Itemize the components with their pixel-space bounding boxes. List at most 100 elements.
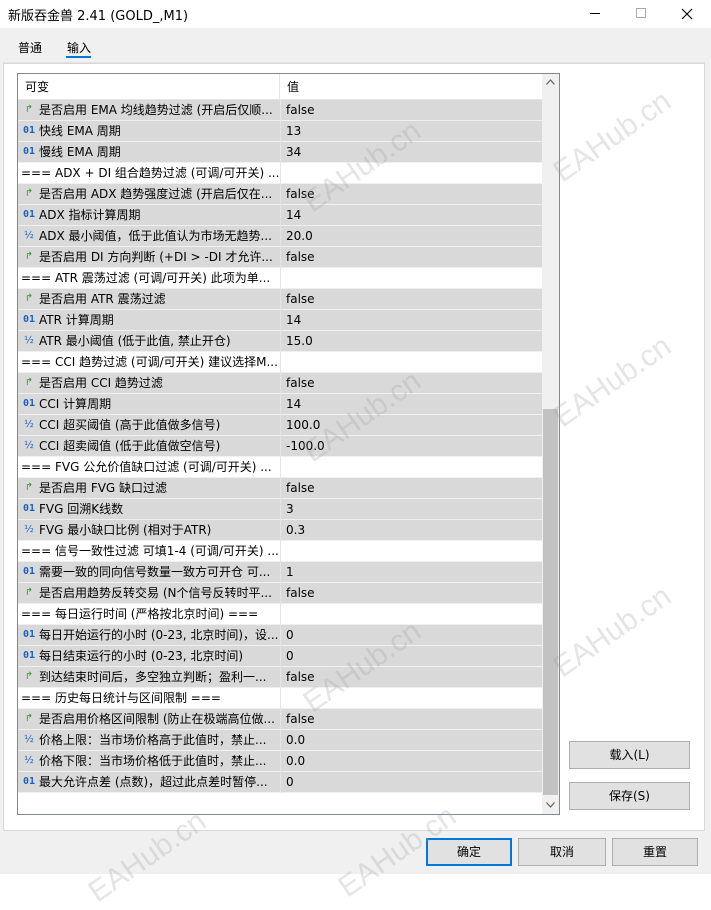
parameter-value[interactable]: false (286, 667, 536, 687)
save-button[interactable]: 保存(S) (569, 782, 690, 810)
parameter-name: 到达结束时间后，多空独立判断；盈利一... (39, 670, 267, 684)
window-title: 新版吞金兽 2.41 (GOLD_,M1) (8, 9, 189, 24)
parameter-row[interactable]: 01 CCI 计算周期 14 (18, 394, 542, 415)
parameter-row[interactable]: ↱ 是否启用 CCI 趋势过滤 false (18, 373, 542, 394)
scroll-down-button[interactable] (542, 797, 559, 814)
parameter-value[interactable]: false (286, 100, 536, 120)
parameter-value[interactable]: 34 (286, 142, 536, 162)
parameter-value[interactable]: false (286, 709, 536, 729)
parameter-value[interactable]: false (286, 289, 536, 309)
close-button[interactable] (664, 0, 710, 28)
parameter-value[interactable]: 13 (286, 121, 536, 141)
parameter-row[interactable]: 01 最大允许点差 (点数)，超过此点差时暂停... 0 (18, 772, 542, 793)
parameter-value[interactable]: 3 (286, 499, 536, 519)
parameter-row[interactable]: ↱ 是否启用 ADX 趋势强度过滤 (开启后仅在... false (18, 184, 542, 205)
vertical-scrollbar[interactable] (542, 74, 559, 814)
group-header-row[interactable]: === ATR 震荡过滤 (可调/可开关) 此项为单... (18, 268, 542, 289)
parameter-value[interactable]: false (286, 583, 536, 603)
reset-button[interactable]: 重置 (612, 838, 698, 866)
grid-header: 可变 值 (18, 74, 542, 100)
parameter-value[interactable]: false (286, 184, 536, 204)
parameter-name: 是否启用 EMA 均线趋势过滤 (开启后仅顺... (39, 103, 273, 117)
parameter-value[interactable]: -100.0 (286, 436, 536, 456)
parameter-value[interactable]: false (286, 373, 536, 393)
column-header-variable[interactable]: 可变 (18, 74, 280, 100)
scrollbar-thumb[interactable] (543, 409, 558, 795)
column-divider (280, 751, 281, 772)
scroll-up-button[interactable] (542, 74, 559, 91)
parameter-value (286, 352, 536, 372)
int-icon: 01 (22, 146, 36, 157)
group-header-row[interactable]: === FVG 公允价值缺口过滤 (可调/可开关) ... (18, 457, 542, 478)
parameter-row[interactable]: 01 慢线 EMA 周期 34 (18, 142, 542, 163)
parameter-row[interactable]: ↱ 到达结束时间后，多空独立判断；盈利一... false (18, 667, 542, 688)
int-icon: 01 (22, 776, 36, 787)
group-header-row[interactable]: === 信号一致性过滤 可填1-4 (可调/可开关) ... (18, 541, 542, 562)
parameter-name: === CCI 趋势过滤 (可调/可开关) 建议选择M... (21, 355, 278, 369)
parameter-value[interactable]: false (286, 247, 536, 267)
parameter-value[interactable]: 100.0 (286, 415, 536, 435)
chevron-up-icon (546, 79, 555, 85)
column-divider (280, 100, 281, 121)
parameter-value[interactable]: false (286, 478, 536, 498)
parameter-row[interactable]: ½ 价格上限：当市场价格高于此值时，禁止... 0.0 (18, 730, 542, 751)
parameter-row[interactable]: 01 FVG 回溯K线数 3 (18, 499, 542, 520)
bool-arrow-icon: ↱ (24, 671, 34, 682)
parameter-value[interactable]: 14 (286, 310, 536, 330)
group-header-row[interactable]: === 历史每日统计与区间限制 === (18, 688, 542, 709)
column-divider (280, 562, 281, 583)
parameter-row[interactable]: ½ ATR 最小阈值 (低于此值, 禁止开仓) 15.0 (18, 331, 542, 352)
group-header-row[interactable]: === ADX + DI 组合趋势过滤 (可调/可开关) ... (18, 163, 542, 184)
parameter-name: === 每日运行时间 (严格按北京时间) === (21, 607, 259, 621)
parameter-row[interactable]: ↱ 是否启用 ATR 震荡过滤 false (18, 289, 542, 310)
parameter-row[interactable]: ↱ 是否启用 EMA 均线趋势过滤 (开启后仅顺... false (18, 100, 542, 121)
ok-button[interactable]: 确定 (426, 838, 512, 866)
cancel-button[interactable]: 取消 (518, 838, 606, 866)
column-divider (280, 646, 281, 667)
group-header-row[interactable]: === 每日运行时间 (严格按北京时间) === (18, 604, 542, 625)
parameter-row[interactable]: ↱ 是否启用 DI 方向判断 (+DI > -DI 才允许... false (18, 247, 542, 268)
parameter-value[interactable]: 0.0 (286, 751, 536, 771)
parameter-name: 每日结束运行的小时 (0-23, 北京时间) (39, 649, 244, 663)
parameter-row[interactable]: ↱ 是否启用 FVG 缺口过滤 false (18, 478, 542, 499)
bool-arrow-icon: ↱ (24, 587, 34, 598)
parameter-row[interactable]: ½ CCI 超买阈值 (高于此值做多信号) 100.0 (18, 415, 542, 436)
chevron-down-icon (546, 802, 555, 808)
parameter-row[interactable]: ↱ 是否启用趋势反转交易 (N个信号反转时平... false (18, 583, 542, 604)
minimize-button[interactable] (572, 0, 618, 28)
maximize-button (618, 0, 664, 28)
parameter-row[interactable]: 01 ADX 指标计算周期 14 (18, 205, 542, 226)
tab-common[interactable]: 普通 (18, 39, 42, 56)
parameter-row[interactable]: ↱ 是否启用价格区间限制 (防止在极端高位做... false (18, 709, 542, 730)
parameter-row[interactable]: ½ CCI 超卖阈值 (低于此值做空信号) -100.0 (18, 436, 542, 457)
parameter-row[interactable]: ½ 价格下限：当市场价格低于此值时，禁止... 0.0 (18, 751, 542, 772)
tab-inputs[interactable]: 输入 (67, 39, 91, 56)
parameter-value[interactable]: 0 (286, 772, 536, 792)
parameter-value[interactable]: 0 (286, 625, 536, 645)
parameter-row[interactable]: 01 每日开始运行的小时 (0-23, 北京时间)，设... 0 (18, 625, 542, 646)
parameter-value[interactable]: 14 (286, 205, 536, 225)
parameter-row[interactable]: 01 需要一致的同向信号数量一致方可开仓 可... 1 (18, 562, 542, 583)
parameter-value[interactable]: 15.0 (286, 331, 536, 351)
column-header-value[interactable]: 值 (280, 74, 542, 100)
double-icon: ½ (24, 335, 34, 346)
parameter-value[interactable]: 0.3 (286, 520, 536, 540)
parameter-value[interactable]: 1 (286, 562, 536, 582)
minimize-icon (590, 13, 600, 14)
parameter-value[interactable]: 20.0 (286, 226, 536, 246)
group-header-row[interactable]: === CCI 趋势过滤 (可调/可开关) 建议选择M... (18, 352, 542, 373)
parameter-row[interactable]: 01 快线 EMA 周期 13 (18, 121, 542, 142)
double-icon: ½ (24, 524, 34, 535)
parameter-name: CCI 计算周期 (39, 397, 112, 411)
column-divider (280, 352, 281, 373)
parameter-row[interactable]: 01 ATR 计算周期 14 (18, 310, 542, 331)
parameter-row[interactable]: 01 每日结束运行的小时 (0-23, 北京时间) 0 (18, 646, 542, 667)
column-divider (280, 520, 281, 541)
parameter-row[interactable]: ½ FVG 最小缺口比例 (相对于ATR) 0.3 (18, 520, 542, 541)
parameter-row[interactable]: ½ ADX 最小阈值，低于此值认为市场无趋势... 20.0 (18, 226, 542, 247)
load-button[interactable]: 载入(L) (569, 741, 690, 769)
parameter-value[interactable]: 0 (286, 646, 536, 666)
parameter-value[interactable]: 0.0 (286, 730, 536, 750)
parameter-value[interactable]: 14 (286, 394, 536, 414)
parameter-name: ATR 最小阈值 (低于此值, 禁止开仓) (39, 334, 231, 348)
